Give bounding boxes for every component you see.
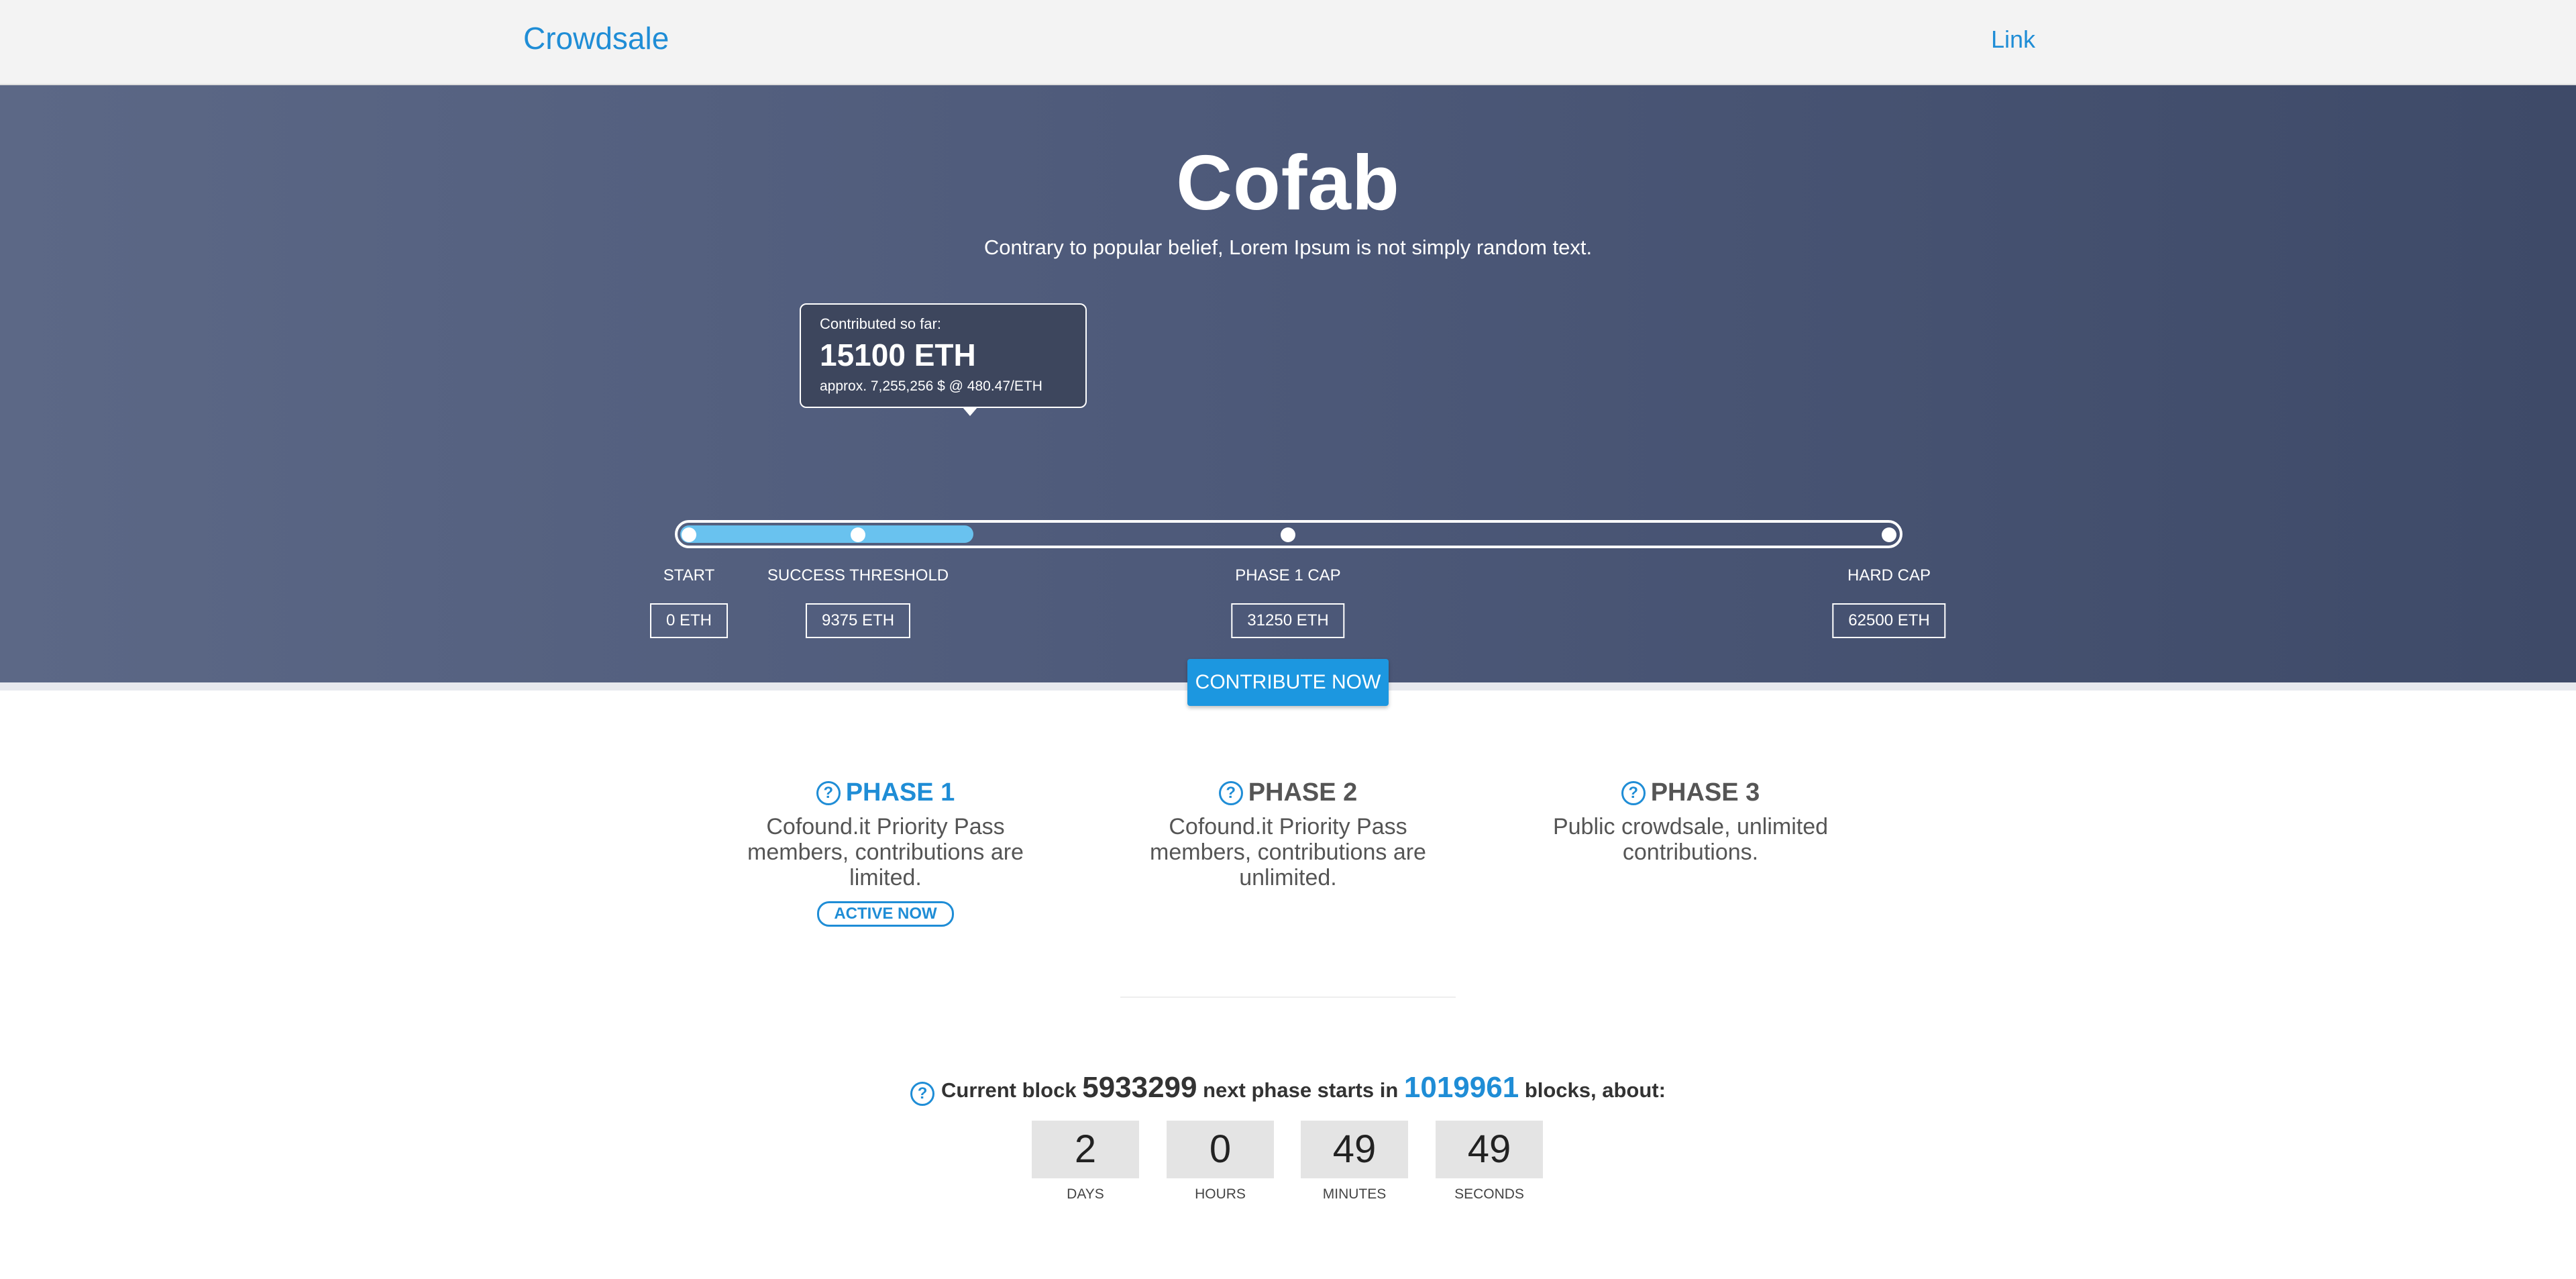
milestone-dot-hard-cap: [1882, 527, 1896, 542]
phase-3-heading: ? PHASE 3: [1550, 778, 1831, 807]
countdown-minutes: 49: [1301, 1121, 1408, 1178]
phase-3-description: Public crowdsale, unlimited contribution…: [1552, 814, 1829, 865]
milestone-value-success-threshold: 9375 ETH: [805, 603, 911, 638]
question-circle-icon[interactable]: ?: [816, 781, 841, 805]
phase-3-title: PHASE 3: [1650, 778, 1760, 807]
milestone-label-phase1-cap: PHASE 1 CAP: [1235, 566, 1341, 584]
phase-1: ? PHASE 1 Cofound.it Priority Pass member…: [745, 778, 1026, 927]
contribute-now-button[interactable]: CONTRIBUTE NOW: [1187, 659, 1389, 706]
current-block: 5933299: [1082, 1071, 1197, 1104]
block-suffix: blocks, about:: [1524, 1078, 1666, 1102]
phase-1-heading: ? PHASE 1: [745, 778, 1026, 807]
block-middle-text: next phase starts in: [1203, 1078, 1399, 1102]
tooltip-label: Contributed so far:: [820, 315, 941, 332]
remaining-blocks: 1019961: [1403, 1071, 1519, 1104]
contribution-tooltip: Contributed so far: 15100 ETH approx. 7,…: [800, 303, 1087, 416]
progress-bar-fill: [680, 525, 973, 543]
phase-1-description: Cofound.it Priority Pass members, contri…: [747, 814, 1024, 890]
phase-2-title: PHASE 2: [1248, 778, 1358, 807]
milestone-label-start: START: [663, 566, 715, 584]
phase-2-description: Cofound.it Priority Pass members, contri…: [1150, 814, 1426, 890]
milestone-value-hard-cap: 62500 ETH: [1832, 603, 1946, 638]
countdown-hours: 0: [1167, 1121, 1274, 1178]
page-subtitle: Contrary to popular belief, Lorem Ipsum …: [983, 236, 1593, 259]
phase-2-heading: ? PHASE 2: [1147, 778, 1429, 807]
brand-link[interactable]: Crowdsale: [523, 20, 669, 56]
countdown-days: 2: [1032, 1121, 1139, 1178]
milestone-label-hard-cap: HARD CAP: [1847, 566, 1931, 584]
top-navbar: Crowdsale Link: [0, 0, 2576, 85]
countdown-hours-label: HOURS: [1195, 1186, 1246, 1202]
page-title: Cofab: [1176, 139, 1400, 226]
status-badge: ACTIVE NOW: [817, 901, 954, 927]
question-circle-icon[interactable]: ?: [910, 1082, 935, 1106]
block-prefix: Current block: [941, 1078, 1077, 1102]
contributed-approx-usd: approx. 7,255,256 $ @ 480.47/ETH: [820, 378, 1042, 394]
milestone-label-success-threshold: SUCCESS THRESHOLD: [767, 566, 949, 584]
phase-1-title: PHASE 1: [845, 778, 955, 807]
milestone-dot-phase1-cap: [1281, 527, 1295, 542]
block-info: ? Current block 5933299 next phase starts…: [0, 1071, 2576, 1106]
countdown-seconds-label: SECONDS: [1454, 1186, 1524, 1202]
countdown-seconds: 49: [1436, 1121, 1543, 1178]
countdown-minutes-label: MINUTES: [1322, 1186, 1387, 1202]
milestone-value-phase1-cap: 31250 ETH: [1231, 603, 1345, 638]
question-circle-icon[interactable]: ?: [1218, 781, 1243, 805]
nav-link[interactable]: Link: [1991, 25, 2035, 54]
section-divider: [1120, 996, 1456, 998]
question-circle-icon[interactable]: ?: [1621, 781, 1646, 805]
milestone-dot-start: [682, 527, 696, 542]
countdown-days-label: DAYS: [1067, 1186, 1104, 1202]
hero-section: Cofab Contrary to popular belief, Lorem …: [0, 85, 2576, 706]
phase-2: ? PHASE 2 Cofound.it Priority Pass member…: [1147, 778, 1429, 890]
contributed-amount: 15100 ETH: [820, 338, 976, 372]
milestone-value-start: 0 ETH: [649, 603, 729, 638]
milestone-dot-success-threshold: [851, 527, 865, 542]
phase-3: ? PHASE 3 Public crowdsale, unlimited con…: [1550, 778, 1831, 865]
